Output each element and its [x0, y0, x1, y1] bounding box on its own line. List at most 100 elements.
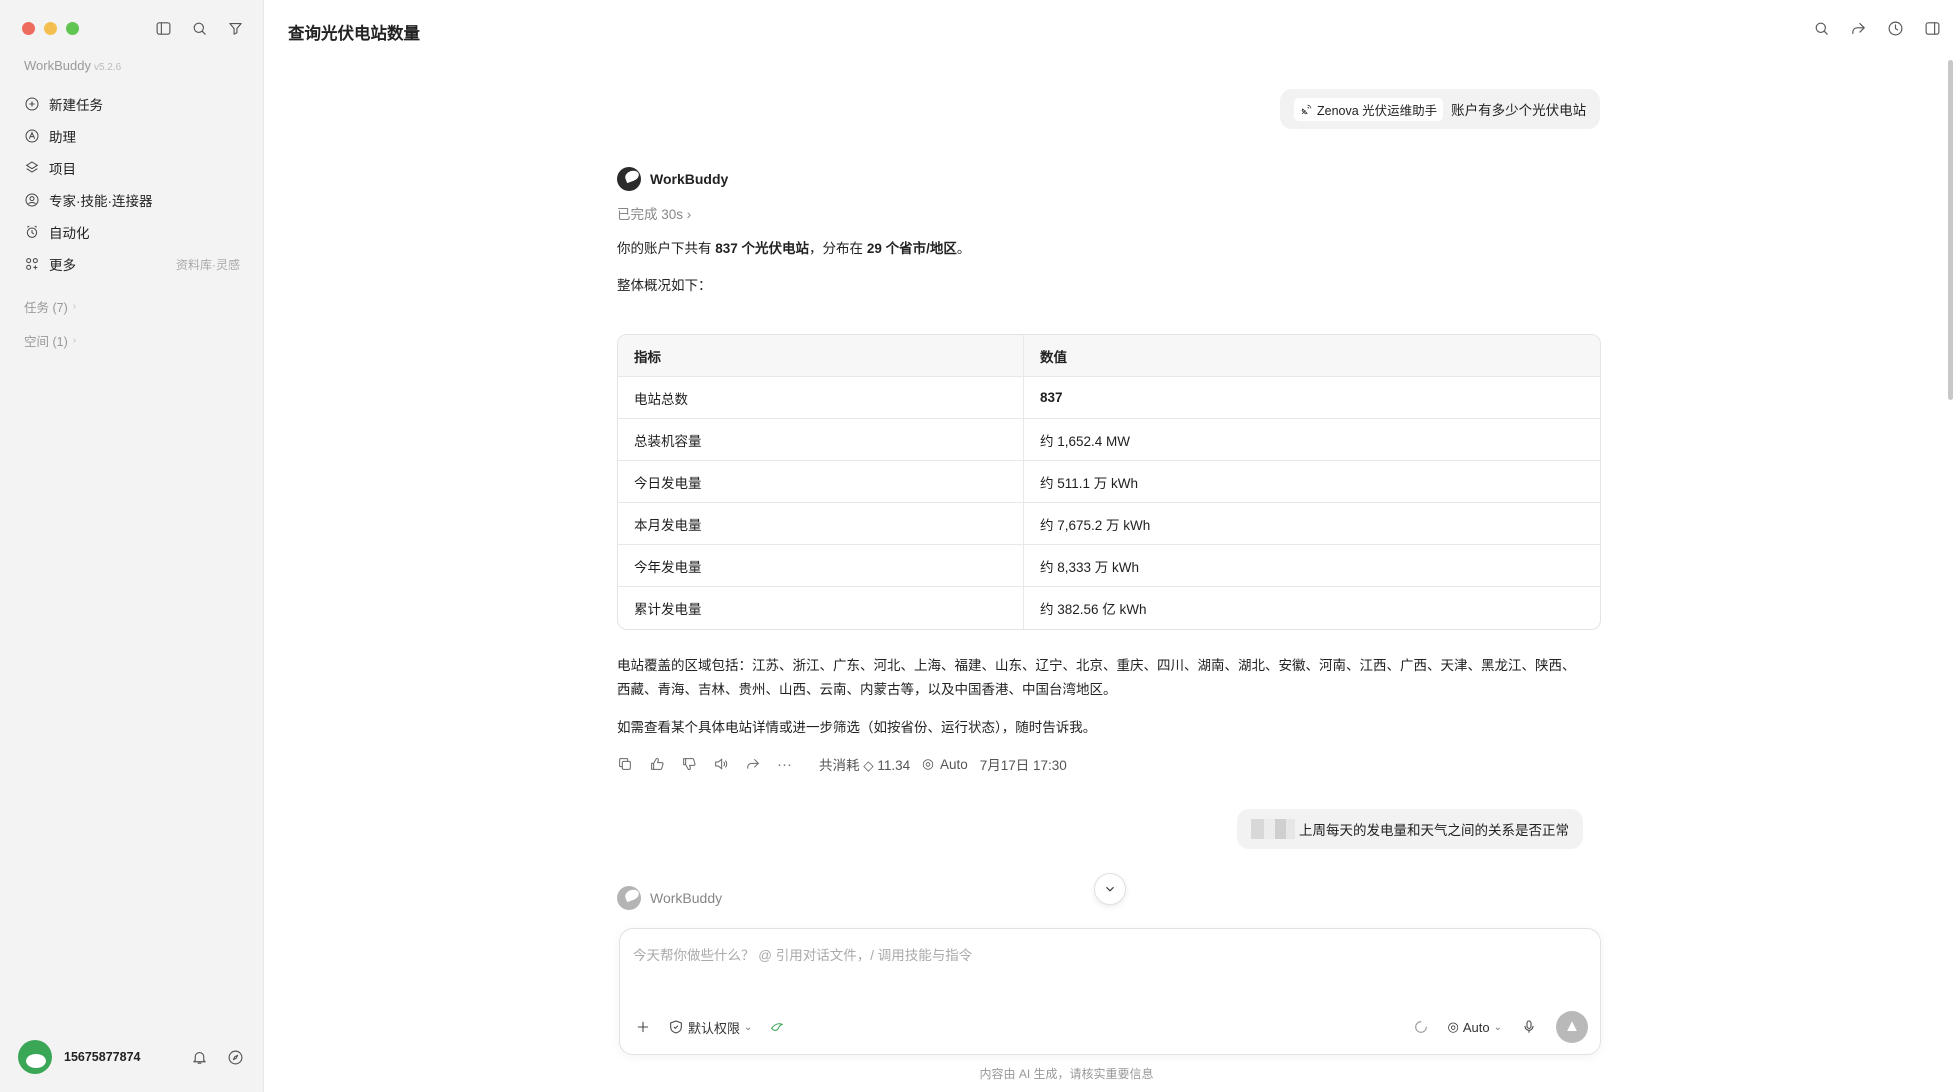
more-extra-label[interactable]: 资料库·灵感: [176, 256, 240, 273]
chevron-down-icon: ⌄: [1493, 1021, 1502, 1033]
speaker-icon[interactable]: [713, 753, 745, 775]
app-brand: WorkBuddy v5.2.6: [24, 58, 121, 73]
sidebar-item-label: 自动化: [49, 226, 90, 241]
sidebar-item-label: 更多: [49, 258, 76, 273]
arrow-up-icon: [1567, 1021, 1577, 1031]
spaces-label: 空间 (1): [24, 335, 68, 349]
assistant-icon: [25, 129, 39, 143]
sidebar-toggle-icon[interactable]: [152, 17, 174, 39]
table-row: 今日发电量约 511.1 万 kWh: [618, 461, 1600, 503]
auto-model-icon: ◎: [922, 756, 934, 771]
assistant-chip[interactable]: Zenova 光伏运维助手: [1294, 97, 1444, 121]
copy-icon[interactable]: [617, 753, 649, 775]
composer[interactable]: 今天帮你做些什么？ @ 引用对话文件，/ 调用技能与指令 默认权限 ⌄ ◎ Au…: [619, 928, 1601, 1055]
table-row: 累计发电量 约 382.56 亿 kWh: [618, 587, 1600, 629]
bot-name: WorkBuddy: [650, 171, 729, 187]
satellite-icon: [1301, 104, 1312, 114]
spaces-section[interactable]: 空间 (1) ›: [24, 331, 76, 350]
sidebar-item-assistant[interactable]: 助理: [14, 120, 250, 152]
sidebar-nav: 新建任务 助理 项目 专家·技能·连接器 自动化 更多 资料库·灵感: [14, 88, 250, 280]
share-icon[interactable]: [1847, 17, 1869, 39]
project-icon: [25, 161, 39, 173]
user-message: Zenova 光伏运维助手 账户有多少个光伏电站: [1280, 89, 1601, 129]
summary-part: 。: [956, 241, 971, 256]
chevron-right-icon: ›: [686, 207, 692, 222]
table-header: 指标: [618, 335, 1024, 377]
table-cell: 约 7,675.2 万 kWh: [1024, 503, 1600, 545]
send-button[interactable]: [1556, 1011, 1588, 1043]
bird-logo-icon[interactable]: [766, 1016, 788, 1038]
table-header-row: 指标 数值: [618, 335, 1600, 377]
tasks-section[interactable]: 任务 (7) ›: [24, 297, 76, 316]
expert-icon: [25, 193, 39, 207]
summary-part: 你的账户下共有: [617, 241, 716, 256]
shield-check-icon: [670, 1020, 682, 1034]
sidebar-item-label: 助理: [49, 130, 76, 145]
plus-circle-icon: [25, 97, 39, 111]
sidebar: WorkBuddy v5.2.6 新建任务 助理 项目 专家·技能·连接器 自动化…: [0, 0, 264, 1092]
sidebar-item-automation[interactable]: 自动化: [14, 216, 250, 248]
overview-text: 整体概况如下：: [617, 278, 712, 293]
table-row: 总装机容量约 1,652.4 MW: [618, 419, 1600, 461]
scrollbar[interactable]: [1948, 60, 1953, 400]
microphone-icon[interactable]: [1518, 1016, 1540, 1038]
zoom-window-button[interactable]: [66, 22, 79, 35]
share-icon[interactable]: [745, 753, 777, 775]
table-row: 电站总数 837: [618, 377, 1600, 419]
minimize-window-button[interactable]: [44, 22, 57, 35]
model-dropdown[interactable]: ◎ Auto ⌄: [1448, 1019, 1502, 1035]
timestamp: 7月17日 17:30: [979, 758, 1067, 773]
bot-name: WorkBuddy: [650, 890, 723, 906]
sidebar-item-experts[interactable]: 专家·技能·连接器: [14, 184, 250, 216]
table-header: 数值: [1024, 335, 1600, 377]
summary-part: ，分布在: [809, 241, 867, 256]
chevron-down-icon: ⌄: [744, 1021, 753, 1033]
table-cell: 总装机容量: [618, 419, 1024, 461]
table-cell: 837: [1024, 377, 1600, 419]
composer-input[interactable]: 今天帮你做些什么？ @ 引用对话文件，/ 调用技能与指令: [633, 944, 972, 964]
bot-header: WorkBuddy: [617, 167, 728, 191]
history-icon[interactable]: [1884, 17, 1906, 39]
permission-label: 默认权限: [688, 1020, 741, 1036]
redacted-text: [1251, 819, 1295, 839]
close-window-button[interactable]: [22, 22, 35, 35]
table-cell: 累计发电量: [618, 587, 1024, 629]
add-attachment-icon[interactable]: [632, 1016, 654, 1038]
search-icon[interactable]: [1810, 17, 1832, 39]
permission-dropdown[interactable]: 默认权限 ⌄: [668, 1018, 752, 1037]
status-toggle[interactable]: 已完成 30s ›: [617, 203, 691, 223]
table-cell: 本月发电量: [618, 503, 1024, 545]
loading-spinner-icon: [1410, 1016, 1432, 1038]
summary-text: 你的账户下共有 837 个光伏电站，分布在 29 个省市/地区。: [617, 237, 1597, 261]
status-text: 已完成 30s: [617, 207, 684, 222]
sidebar-item-label: 专家·技能·连接器: [49, 194, 153, 209]
page-title: 查询光伏电站数量: [288, 25, 420, 43]
alarm-clock-icon: [26, 225, 38, 238]
thumbs-up-icon[interactable]: [649, 753, 681, 775]
panel-toggle-icon[interactable]: [1921, 17, 1943, 39]
followup-text: 如需查看某个具体电站详情或进一步筛选（如按省份、运行状态），随时告诉我。: [617, 720, 1097, 735]
region-count: 29 个省市/地区: [866, 241, 957, 256]
table-cell: 约 1,652.4 MW: [1024, 419, 1600, 461]
bot-header: WorkBuddy: [617, 886, 722, 910]
username[interactable]: 15675877874: [64, 1050, 140, 1064]
table-cell: 约 511.1 万 kWh: [1024, 461, 1600, 503]
sidebar-item-more[interactable]: 更多 资料库·灵感: [14, 248, 250, 280]
message-actions: ··· 共消耗 ◇ 11.34 ◎ Auto 7月17日 17:30: [617, 753, 1067, 775]
auto-model-icon: ◎: [1447, 1019, 1459, 1034]
table-cell: 今日发电量: [618, 461, 1024, 503]
scroll-down-button[interactable]: [1094, 873, 1126, 905]
table-row: 本月发电量约 7,675.2 万 kWh: [618, 503, 1600, 545]
sidebar-item-new-task[interactable]: 新建任务: [14, 88, 250, 120]
chevron-right-icon: ›: [72, 301, 77, 312]
sidebar-item-projects[interactable]: 项目: [14, 152, 250, 184]
search-icon[interactable]: [188, 17, 210, 39]
composer-toolbar: 默认权限 ⌄ ◎ Auto ⌄: [632, 1011, 1588, 1043]
more-icon[interactable]: ···: [777, 753, 809, 775]
user-message: 上周每天的发电量和天气之间的关系是否正常: [1237, 809, 1583, 849]
brand-name: WorkBuddy: [24, 58, 91, 73]
window-controls: [22, 22, 79, 35]
chevron-down-icon: [1106, 886, 1114, 892]
filter-icon[interactable]: [224, 17, 246, 39]
thumbs-down-icon[interactable]: [681, 753, 713, 775]
